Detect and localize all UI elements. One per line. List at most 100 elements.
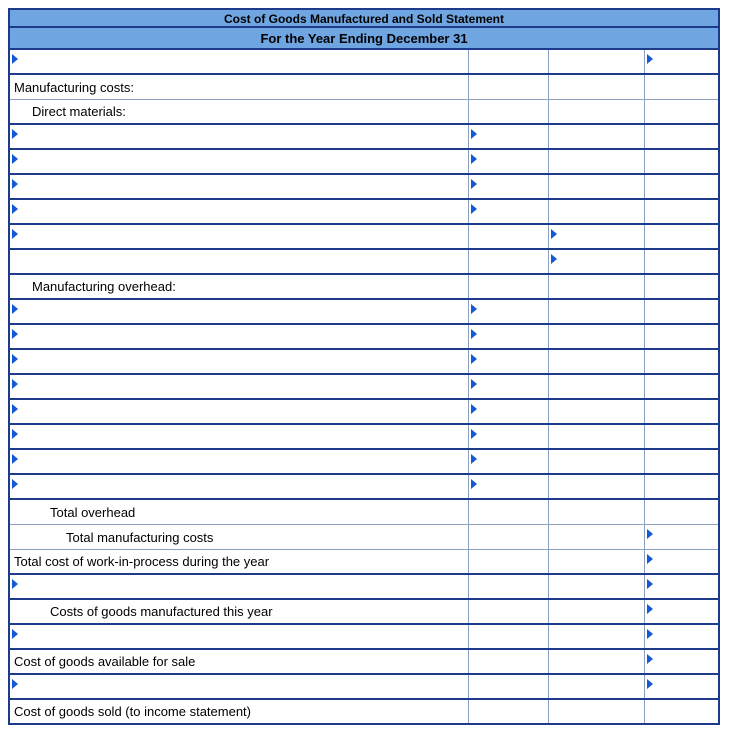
- dropdown-icon[interactable]: [10, 425, 468, 448]
- amount-cell-2[interactable]: [549, 225, 645, 248]
- dropdown-icon[interactable]: [10, 375, 468, 398]
- amount-cell-1[interactable]: [469, 325, 549, 348]
- amount-cell-1: [469, 100, 549, 123]
- dropdown-icon[interactable]: [469, 200, 548, 223]
- amount-cell-3[interactable]: [645, 600, 718, 623]
- amount-cell-3[interactable]: [645, 50, 718, 73]
- dropdown-icon[interactable]: [469, 400, 548, 423]
- amount-cell-1[interactable]: [469, 450, 549, 473]
- amount-cell-2: [549, 375, 645, 398]
- dropdown-icon[interactable]: [10, 350, 468, 373]
- table-row: [10, 450, 718, 475]
- label-cell[interactable]: [10, 425, 469, 448]
- dropdown-icon[interactable]: [10, 475, 468, 498]
- amount-cell-3[interactable]: [645, 650, 718, 673]
- label-cell[interactable]: [10, 450, 469, 473]
- amount-cell-3: [645, 250, 718, 273]
- statement-title-2: For the Year Ending December 31: [10, 28, 718, 50]
- dropdown-icon[interactable]: [469, 350, 548, 373]
- label-cell[interactable]: [10, 475, 469, 498]
- amount-cell-2: [549, 325, 645, 348]
- amount-cell-3[interactable]: [645, 550, 718, 573]
- amount-cell-2[interactable]: [549, 250, 645, 273]
- label-cell[interactable]: [10, 125, 469, 148]
- dropdown-icon[interactable]: [10, 450, 468, 473]
- dropdown-icon[interactable]: [645, 525, 718, 549]
- amount-cell-1[interactable]: [469, 400, 549, 423]
- dropdown-icon[interactable]: [645, 650, 718, 673]
- dropdown-icon[interactable]: [645, 50, 718, 73]
- dropdown-icon[interactable]: [10, 225, 468, 248]
- label-cell[interactable]: [10, 175, 469, 198]
- label-cell[interactable]: [10, 300, 469, 323]
- dropdown-icon[interactable]: [469, 375, 548, 398]
- label-cell[interactable]: [10, 350, 469, 373]
- dropdown-icon[interactable]: [10, 150, 468, 173]
- dropdown-icon[interactable]: [10, 300, 468, 323]
- dropdown-icon[interactable]: [10, 325, 468, 348]
- amount-cell-3[interactable]: [645, 575, 718, 598]
- label-cell[interactable]: [10, 200, 469, 223]
- amount-cell-1[interactable]: [469, 150, 549, 173]
- amount-cell-3: [645, 75, 718, 99]
- amount-cell-3[interactable]: [645, 675, 718, 698]
- dropdown-icon[interactable]: [645, 600, 718, 623]
- amount-cell-2: [549, 425, 645, 448]
- amount-cell-2: [549, 400, 645, 423]
- dropdown-icon[interactable]: [10, 175, 468, 198]
- amount-cell-1[interactable]: [469, 300, 549, 323]
- dropdown-icon[interactable]: [10, 200, 468, 223]
- dropdown-icon[interactable]: [469, 475, 548, 498]
- dropdown-icon[interactable]: [469, 125, 548, 148]
- amount-cell-1: [469, 650, 549, 673]
- label-cell[interactable]: [10, 225, 469, 248]
- amount-cell-2: [549, 650, 645, 673]
- dropdown-icon[interactable]: [645, 675, 718, 698]
- label-cell[interactable]: [10, 325, 469, 348]
- dropdown-icon[interactable]: [10, 400, 468, 423]
- label-cell[interactable]: [10, 575, 469, 598]
- amount-cell-2: [549, 275, 645, 298]
- label-cell[interactable]: [10, 400, 469, 423]
- amount-cell-1[interactable]: [469, 200, 549, 223]
- dropdown-icon[interactable]: [469, 450, 548, 473]
- label-cell[interactable]: [10, 675, 469, 698]
- amount-cell-2: [549, 575, 645, 598]
- amount-cell-3[interactable]: [645, 525, 718, 549]
- dropdown-icon[interactable]: [549, 225, 644, 248]
- amount-cell-1[interactable]: [469, 425, 549, 448]
- dropdown-icon[interactable]: [469, 175, 548, 198]
- amount-cell-1: [469, 675, 549, 698]
- table-row: Manufacturing overhead:: [10, 275, 718, 300]
- table-row: [10, 375, 718, 400]
- dropdown-icon[interactable]: [645, 575, 718, 598]
- amount-cell-1[interactable]: [469, 125, 549, 148]
- table-row: [10, 675, 718, 700]
- amount-cell-3: [645, 300, 718, 323]
- dropdown-icon[interactable]: [469, 150, 548, 173]
- amount-cell-1[interactable]: [469, 375, 549, 398]
- label-cell[interactable]: [10, 625, 469, 648]
- amount-cell-2: [549, 75, 645, 99]
- dropdown-icon[interactable]: [10, 575, 468, 598]
- dropdown-icon[interactable]: [469, 325, 548, 348]
- label-cell[interactable]: [10, 150, 469, 173]
- dropdown-icon[interactable]: [10, 675, 468, 698]
- dropdown-icon[interactable]: [645, 550, 718, 573]
- amount-cell-1: [469, 625, 549, 648]
- amount-cell-1[interactable]: [469, 350, 549, 373]
- label-cell[interactable]: [10, 50, 469, 73]
- amount-cell-3[interactable]: [645, 625, 718, 648]
- dropdown-icon[interactable]: [645, 625, 718, 648]
- dropdown-icon[interactable]: [10, 125, 468, 148]
- dropdown-icon[interactable]: [469, 300, 548, 323]
- dropdown-icon[interactable]: [10, 625, 468, 648]
- amount-cell-1[interactable]: [469, 175, 549, 198]
- label-cell: Cost of goods available for sale: [10, 650, 469, 673]
- row-label: Direct materials:: [32, 104, 126, 119]
- amount-cell-1[interactable]: [469, 475, 549, 498]
- dropdown-icon[interactable]: [469, 425, 548, 448]
- dropdown-icon[interactable]: [549, 250, 644, 273]
- dropdown-icon[interactable]: [10, 50, 468, 73]
- label-cell[interactable]: [10, 375, 469, 398]
